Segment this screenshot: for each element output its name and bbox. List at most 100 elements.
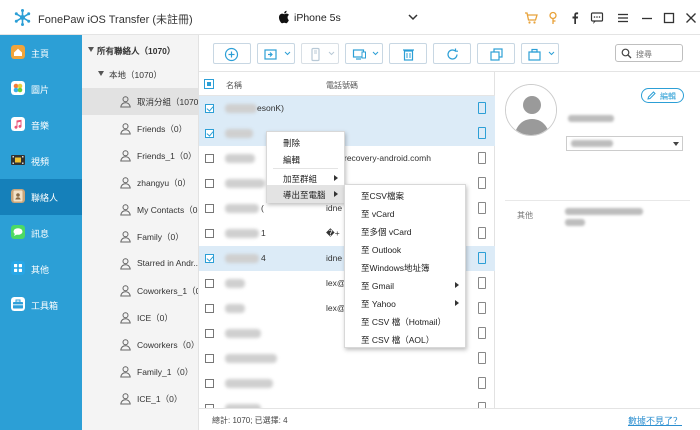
table-row[interactable]: recovery-android.comh — [199, 146, 495, 171]
group-label: 本地（1070） — [109, 70, 162, 80]
row-checkbox[interactable] — [205, 329, 214, 338]
select-all-checkbox[interactable] — [204, 79, 214, 89]
group-item[interactable]: My Contacts（0） — [82, 196, 198, 223]
menu-item-csv-aol[interactable]: 至 CSV 檔（AOL） — [345, 330, 465, 348]
group-item[interactable]: Starred in Andr... — [82, 250, 198, 277]
row-checkbox[interactable] — [205, 129, 214, 138]
menu-icon[interactable] — [616, 11, 630, 25]
menu-item-csv-hotmail[interactable]: 至 CSV 檔（Hotmail） — [345, 312, 465, 330]
group-item[interactable]: zhangyu（0） — [82, 169, 198, 196]
row-checkbox[interactable] — [205, 154, 214, 163]
refresh-button[interactable] — [433, 43, 471, 64]
row-checkbox[interactable] — [205, 104, 214, 113]
contact-detail-panel: 編輯 其他 — [495, 72, 700, 408]
row-checkbox[interactable] — [205, 354, 214, 363]
sidebar-item-home[interactable]: 主頁 — [0, 35, 82, 71]
facebook-icon[interactable] — [568, 11, 582, 25]
data-missing-link[interactable]: 數據不見了？ — [628, 414, 682, 427]
minimize-icon[interactable] — [640, 11, 654, 25]
sidebar-item-messages[interactable]: 訊息 — [0, 215, 82, 251]
row-checkbox[interactable] — [205, 379, 214, 388]
phone-device-icon — [478, 202, 486, 214]
maximize-icon[interactable] — [662, 11, 676, 25]
group-label: 所有聯絡人（1070） — [97, 46, 176, 56]
menu-item-export-to-pc[interactable]: 導出至電腦 — [267, 185, 344, 203]
menu-item-gmail[interactable]: 至 Gmail — [345, 276, 465, 294]
contact-phone: idne — [326, 203, 343, 213]
phone-device-icon — [478, 352, 486, 364]
menu-item-windows-address-book[interactable]: 至Windows地址簿 — [345, 258, 465, 276]
delete-button[interactable] — [389, 43, 427, 64]
group-item[interactable]: Friends_1（0） — [82, 142, 198, 169]
sidebar-item-music[interactable]: 音樂 — [0, 107, 82, 143]
export-button[interactable] — [301, 43, 339, 64]
menu-item-outlook[interactable]: 至 Outlook — [345, 240, 465, 258]
menu-item-csv[interactable]: 至CSV檔案 — [345, 186, 465, 204]
expand-triangle-icon[interactable] — [88, 47, 94, 52]
contact-phone: recovery-android.comh — [344, 153, 431, 163]
sidebar-item-photos[interactable]: 圖片 — [0, 71, 82, 107]
menu-item-label: 加至群組 — [283, 174, 318, 184]
close-icon[interactable] — [684, 11, 698, 25]
table-row[interactable] — [199, 371, 495, 396]
sidebar-item-video[interactable]: 視頻 — [0, 143, 82, 179]
column-header-phone[interactable]: 電話號碼 — [326, 80, 358, 91]
menu-item-edit[interactable]: 編輯 — [267, 150, 344, 168]
default-avatar-icon — [506, 85, 556, 135]
video-icon — [11, 155, 25, 165]
sidebar-item-others[interactable]: 其他 — [0, 251, 82, 287]
contact-name: 1 — [261, 228, 266, 238]
avatar — [505, 84, 557, 136]
group-local[interactable]: 本地（1070） — [82, 61, 198, 88]
add-button[interactable] — [213, 43, 251, 64]
group-item[interactable]: Coworkers_1（0） — [82, 277, 198, 304]
row-checkbox[interactable] — [205, 229, 214, 238]
menu-item-multi-vcard[interactable]: 至多個 vCard — [345, 222, 465, 240]
groups-panel: 所有聯絡人（1070） 本地（1070） 取消分組（1070） Friends（… — [82, 35, 199, 430]
blurred-name — [225, 129, 253, 138]
import-button[interactable] — [257, 43, 295, 64]
person-icon — [120, 366, 131, 378]
sidebar-item-toolbox[interactable]: 工具箱 — [0, 287, 82, 323]
row-checkbox[interactable] — [205, 179, 214, 188]
edit-button[interactable]: 編輯 — [641, 88, 684, 103]
cart-icon[interactable] — [524, 11, 538, 25]
group-all-contacts[interactable]: 所有聯絡人（1070） — [82, 37, 198, 64]
group-item[interactable]: ICE（0） — [82, 304, 198, 331]
row-checkbox[interactable] — [205, 254, 214, 263]
duplicate-button[interactable] — [477, 43, 515, 64]
submenu-arrow-icon — [334, 175, 338, 181]
person-icon — [120, 150, 131, 162]
person-icon — [120, 123, 131, 135]
menu-item-label: 至CSV檔案 — [361, 191, 404, 201]
group-item[interactable]: Coworkers（0） — [82, 331, 198, 358]
key-icon[interactable] — [546, 11, 560, 25]
table-row[interactable] — [199, 346, 495, 371]
search-input[interactable]: 搜尋 — [615, 44, 683, 62]
group-item[interactable]: ICE_1（0） — [82, 385, 198, 412]
person-icon — [120, 96, 131, 108]
device-selector[interactable]: iPhone 5s — [276, 10, 419, 27]
table-row[interactable]: esonK) — [199, 96, 495, 121]
phone-device-icon — [478, 127, 486, 139]
row-checkbox[interactable] — [205, 204, 214, 213]
group-item[interactable]: Friends（0） — [82, 115, 198, 142]
menu-item-vcard[interactable]: 至 vCard — [345, 204, 465, 222]
blurred-name — [225, 104, 257, 113]
device-transfer-button[interactable] — [345, 43, 383, 64]
row-checkbox[interactable] — [205, 304, 214, 313]
group-item[interactable]: 取消分組（1070） — [82, 88, 198, 115]
column-header-name[interactable]: 名稱 — [226, 80, 242, 91]
sidebar-item-contacts[interactable]: 聯絡人 — [0, 179, 82, 215]
status-bar: 總計: 1070; 已選擇: 4 數據不見了？ — [199, 408, 700, 430]
menu-item-delete[interactable]: 刪除 — [267, 133, 344, 151]
toolbox-button[interactable] — [521, 43, 559, 64]
group-item[interactable]: Family（0） — [82, 223, 198, 250]
group-item[interactable]: Family_1（0） — [82, 358, 198, 385]
feedback-icon[interactable] — [590, 11, 604, 25]
group-dropdown[interactable] — [566, 136, 683, 151]
expand-triangle-icon[interactable] — [98, 71, 104, 76]
row-checkbox[interactable] — [205, 279, 214, 288]
menu-item-yahoo[interactable]: 至 Yahoo — [345, 294, 465, 312]
table-row[interactable] — [199, 121, 495, 146]
